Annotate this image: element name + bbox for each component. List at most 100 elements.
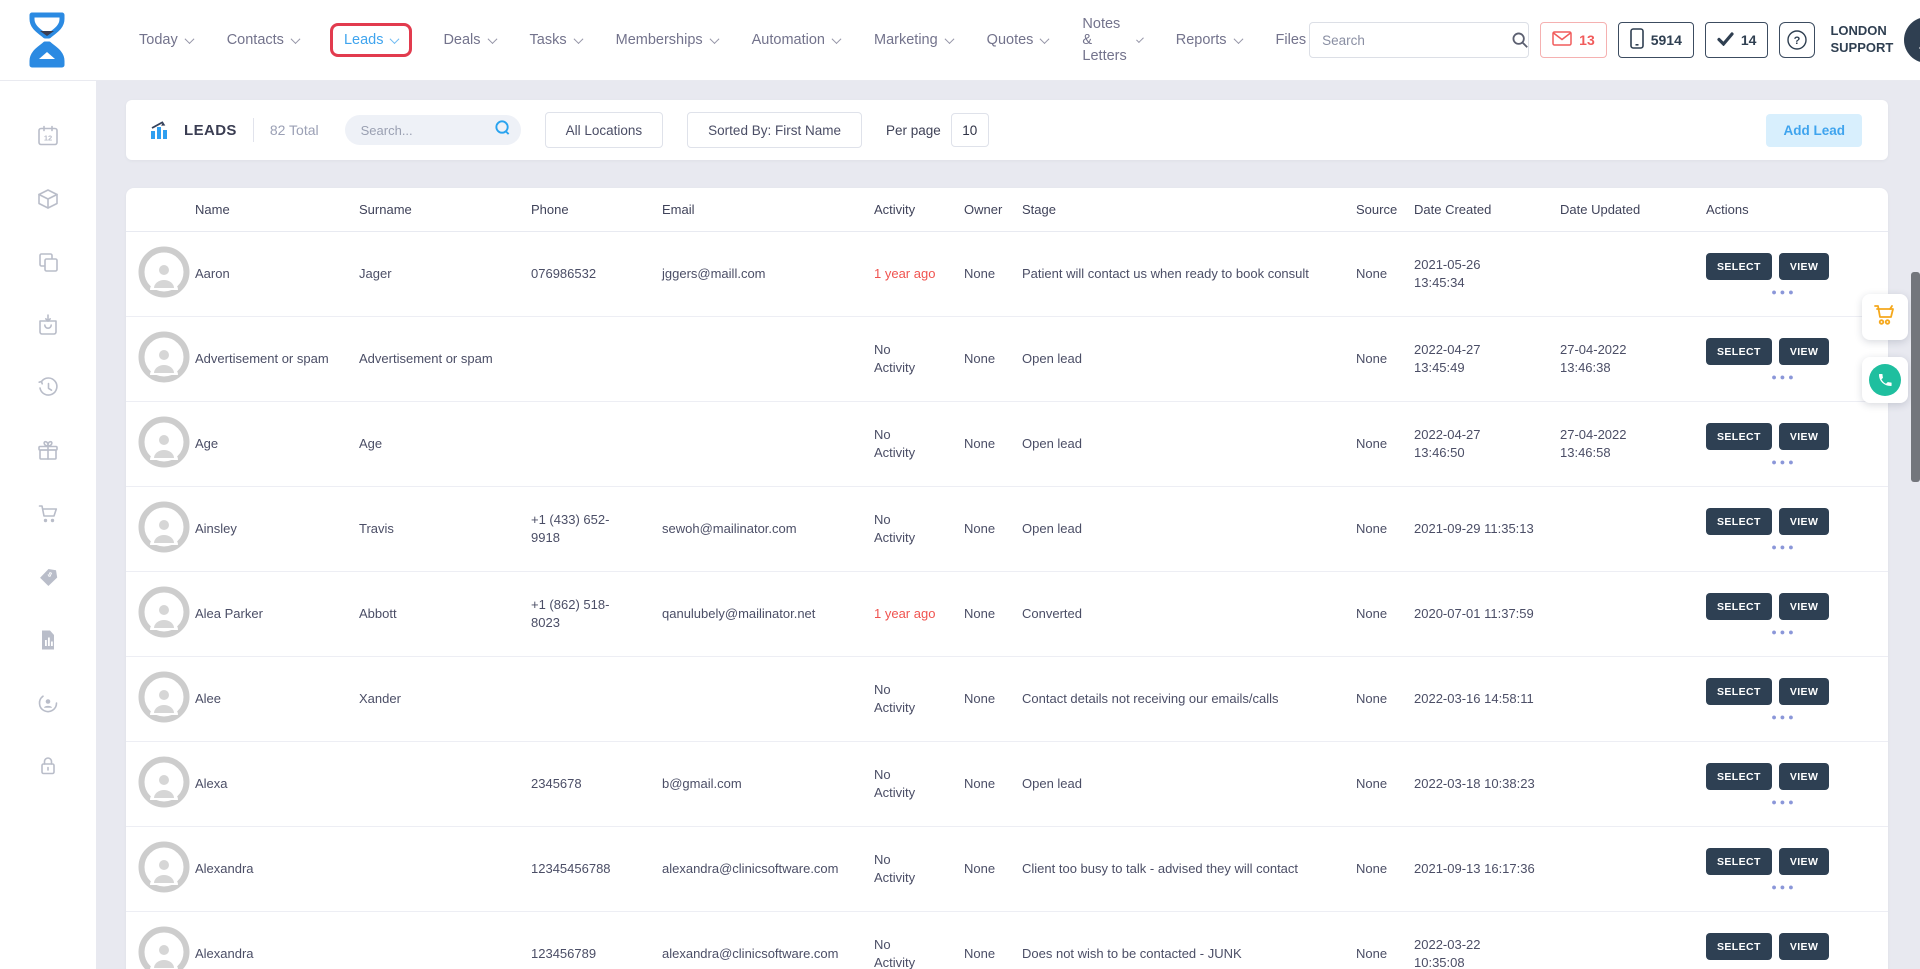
- sort-filter[interactable]: Sorted By: First Name: [687, 112, 862, 148]
- row-more-button[interactable]: ●●●: [1771, 884, 1796, 890]
- nav-item-marketing[interactable]: Marketing: [871, 23, 956, 57]
- select-button[interactable]: SELECT: [1706, 848, 1772, 875]
- select-button[interactable]: SELECT: [1706, 253, 1772, 280]
- select-button[interactable]: SELECT: [1706, 933, 1772, 960]
- history-clock-icon[interactable]: [35, 376, 61, 400]
- floating-call-button[interactable]: [1862, 357, 1908, 403]
- nav-item-today[interactable]: Today: [136, 23, 196, 57]
- column-header-stage: Stage: [1017, 202, 1351, 217]
- cell-owner: None: [959, 775, 1017, 793]
- view-button[interactable]: VIEW: [1779, 253, 1829, 280]
- row-more-button[interactable]: ●●●: [1771, 374, 1796, 380]
- per-page-input[interactable]: 10: [951, 113, 989, 147]
- cell-name: Ainsley: [190, 520, 354, 538]
- lock-icon[interactable]: [35, 754, 61, 778]
- scrollbar-thumb[interactable]: [1911, 272, 1920, 482]
- row-more-button[interactable]: ●●●: [1771, 459, 1796, 465]
- column-header-source: Source: [1351, 202, 1409, 217]
- nav-item-quotes[interactable]: Quotes: [984, 23, 1052, 57]
- copy-squares-icon[interactable]: [35, 250, 61, 274]
- cell-date-created: 2021-05-26 13:45:34: [1409, 256, 1555, 291]
- add-lead-button[interactable]: Add Lead: [1766, 114, 1862, 147]
- nav-item-reports[interactable]: Reports: [1173, 23, 1245, 57]
- phone-badge[interactable]: 5914: [1618, 22, 1694, 58]
- help-button[interactable]: ?: [1779, 22, 1815, 58]
- app-logo-icon[interactable]: [24, 10, 74, 70]
- nav-item-automation[interactable]: Automation: [749, 23, 843, 57]
- cell-actions: SELECT VIEW ●●●: [1701, 338, 1888, 380]
- cell-source: None: [1351, 265, 1409, 283]
- table-row: Ainsley Travis +1 (433) 652-9918 sewoh@m…: [126, 487, 1888, 572]
- gift-icon[interactable]: [35, 439, 61, 463]
- cell-name: Alee: [190, 690, 354, 708]
- cell-source: None: [1351, 860, 1409, 878]
- select-button[interactable]: SELECT: [1706, 763, 1772, 790]
- nav-item-files[interactable]: Files: [1273, 23, 1310, 57]
- cell-date-created: 2022-03-18 10:38:23: [1409, 775, 1555, 793]
- search-icon[interactable]: [494, 119, 511, 141]
- checkmark-icon: [1717, 32, 1734, 49]
- cell-activity: No Activity: [869, 766, 959, 801]
- nav-item-leads[interactable]: Leads: [330, 23, 413, 57]
- chevron-down-icon: [184, 34, 194, 44]
- cell-date-created: 2020-07-01 11:37:59: [1409, 605, 1555, 623]
- user-account-icon[interactable]: [35, 691, 61, 715]
- select-button[interactable]: SELECT: [1706, 508, 1772, 535]
- nav-item-tasks[interactable]: Tasks: [527, 23, 585, 57]
- select-button[interactable]: SELECT: [1706, 678, 1772, 705]
- cell-phone: +1 (862) 518-8023: [526, 596, 657, 631]
- nav-item-notes-letters[interactable]: Notes & Letters: [1079, 7, 1144, 73]
- row-more-button[interactable]: ●●●: [1771, 544, 1796, 550]
- package-cube-icon[interactable]: [35, 187, 61, 211]
- page-title: LEADS: [184, 122, 237, 139]
- floating-cart-button[interactable]: [1862, 294, 1908, 340]
- select-button[interactable]: SELECT: [1706, 593, 1772, 620]
- report-document-icon[interactable]: [35, 628, 61, 652]
- global-search-input[interactable]: [1310, 33, 1511, 48]
- cell-stage: Does not wish to be contacted - JUNK: [1017, 945, 1351, 963]
- cell-stage: Open lead: [1017, 775, 1351, 793]
- row-more-button[interactable]: ●●●: [1771, 629, 1796, 635]
- price-tag-icon[interactable]: $: [35, 565, 61, 589]
- shopping-bag-icon[interactable]: [35, 313, 61, 337]
- select-button[interactable]: SELECT: [1706, 338, 1772, 365]
- view-button[interactable]: VIEW: [1779, 933, 1829, 960]
- cell-email: b@gmail.com: [657, 775, 869, 793]
- cell-actions: SELECT VIEW ●●●: [1701, 678, 1888, 720]
- location-filter[interactable]: All Locations: [545, 112, 664, 148]
- chevron-down-icon: [1136, 35, 1144, 43]
- chevron-down-icon: [1233, 34, 1243, 44]
- shopping-cart-icon[interactable]: [35, 502, 61, 526]
- user-avatar[interactable]: [1904, 17, 1920, 63]
- nav-item-deals[interactable]: Deals: [440, 23, 498, 57]
- total-count: 82 Total: [270, 122, 319, 138]
- calendar-12-icon[interactable]: 12: [35, 124, 61, 148]
- table-row: Age Age No Activity None Open lead None …: [126, 402, 1888, 487]
- view-button[interactable]: VIEW: [1779, 678, 1829, 705]
- chevron-down-icon: [709, 34, 719, 44]
- tasks-badge[interactable]: 14: [1705, 22, 1769, 58]
- leads-search: [345, 115, 521, 145]
- search-icon[interactable]: [1511, 23, 1529, 57]
- row-more-button[interactable]: ●●●: [1771, 714, 1796, 720]
- leads-search-input[interactable]: [361, 123, 494, 138]
- nav-item-contacts[interactable]: Contacts: [224, 23, 302, 57]
- view-button[interactable]: VIEW: [1779, 338, 1829, 365]
- row-more-button[interactable]: ●●●: [1771, 799, 1796, 805]
- view-button[interactable]: VIEW: [1779, 423, 1829, 450]
- select-button[interactable]: SELECT: [1706, 423, 1772, 450]
- row-more-button[interactable]: ●●●: [1771, 289, 1796, 295]
- view-button[interactable]: VIEW: [1779, 593, 1829, 620]
- shopping-cart-icon: [1872, 303, 1898, 332]
- view-button[interactable]: VIEW: [1779, 848, 1829, 875]
- cell-actions: SELECT VIEW ●●●: [1701, 593, 1888, 635]
- view-button[interactable]: VIEW: [1779, 508, 1829, 535]
- cell-activity: No Activity: [869, 341, 959, 376]
- mail-badge[interactable]: 13: [1540, 22, 1607, 58]
- cell-surname: Travis: [354, 520, 526, 538]
- nav-item-memberships[interactable]: Memberships: [613, 23, 721, 57]
- cell-owner: None: [959, 435, 1017, 453]
- view-button[interactable]: VIEW: [1779, 763, 1829, 790]
- leads-toolbar: LEADS 82 Total All Locations Sorted By: …: [126, 100, 1888, 160]
- cell-email: sewoh@mailinator.com: [657, 520, 869, 538]
